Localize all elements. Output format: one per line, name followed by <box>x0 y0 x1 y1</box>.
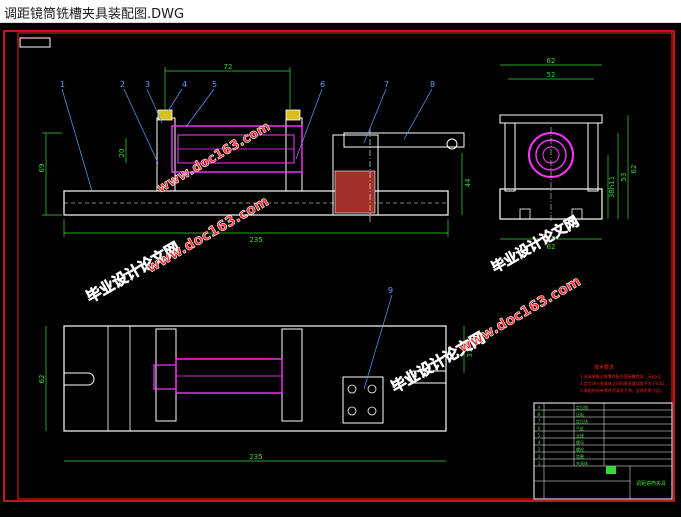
balloon-5: 5 <box>212 80 217 89</box>
tech-line-1: 1.夹具装配后各零件配合面接触良好，无松动。 <box>580 373 664 379</box>
top-dim-overall: 235 <box>249 453 262 461</box>
tb-name-2: 垫圈 <box>576 453 584 459</box>
tb-no-7: 7 <box>538 419 541 424</box>
tb-name-7: 定位块 <box>576 418 588 424</box>
balloon-8: 8 <box>430 80 435 89</box>
watermark-url-1: www.doc163.com <box>144 193 272 276</box>
tb-name-3: 螺栓 <box>576 446 584 452</box>
balloon-1: 1 <box>60 80 65 89</box>
tech-line-2: 2.定位块与夹具体之间的垂直度误差不大于0.02。 <box>580 380 669 386</box>
window-title-bar: 调距镜筒铣槽夹具装配图.DWG <box>0 0 681 23</box>
window-title: 调距镜筒铣槽夹具装配图.DWG <box>4 7 185 22</box>
balloon-4: 4 <box>182 80 187 89</box>
title-block: 9 定位销 8 压板 7 定位块 6 气缸 5 支座 4 螺母 3 螺栓 2 垫… <box>533 402 673 500</box>
balloon-3: 3 <box>145 80 150 89</box>
tb-no-8: 8 <box>538 412 541 417</box>
hatched-block <box>334 170 376 214</box>
drawing-number-box <box>19 37 51 48</box>
side-dim-inner: 52 <box>547 71 556 79</box>
tb-name-1: 夹具体 <box>576 460 588 466</box>
tb-no-6: 6 <box>538 426 541 431</box>
balloon-9: 9 <box>388 286 393 295</box>
tb-name-8: 压板 <box>576 411 584 417</box>
tb-no-4: 4 <box>538 440 541 445</box>
tb-no-1: 1 <box>538 461 541 466</box>
dim-overall: 235 <box>249 236 262 244</box>
tb-name-9: 定位销 <box>576 404 588 410</box>
dim-top: 72 <box>224 63 233 71</box>
tb-name-6: 气缸 <box>576 425 584 431</box>
tb-no-9: 9 <box>538 405 541 410</box>
side-dim-h2: 53 <box>620 173 628 182</box>
dim-right-height: 44 <box>464 178 472 187</box>
watermark-url-2: www.doc163.com <box>456 273 584 356</box>
side-dim-h3: 38h11 <box>608 176 616 198</box>
top-base <box>63 325 447 432</box>
tb-no-3: 3 <box>538 447 541 452</box>
tech-title: 技术要求 <box>594 364 614 371</box>
drawing-canvas[interactable]: 72 69 20 235 44 1 2 3 4 5 6 7 8 62 52 62… <box>0 23 681 517</box>
cad-drawing: 72 69 20 235 44 1 2 3 4 5 6 7 8 62 52 62… <box>3 30 675 502</box>
tech-line-3: 3.装配前所有零件须清洗干净，去除毛刺飞边。 <box>580 387 664 393</box>
dim-inner: 20 <box>118 149 126 158</box>
side-dim-outer: 62 <box>547 57 556 65</box>
tech-requirements: 技术要求 1.夹具装配后各零件配合面接触良好，无松动。 2.定位块与夹具体之间的… <box>580 364 669 393</box>
dim-height: 69 <box>38 164 46 173</box>
tb-marker <box>606 466 616 474</box>
watermark-cn-3: 毕业设计论文网 <box>489 213 582 277</box>
tb-no-2: 2 <box>538 454 541 459</box>
balloon-6: 6 <box>320 80 325 89</box>
balloon-7: 7 <box>384 80 389 89</box>
tb-name-5: 支座 <box>576 432 584 438</box>
balloon-2: 2 <box>120 80 125 89</box>
tb-no-5: 5 <box>538 433 541 438</box>
tb-name-4: 螺母 <box>576 439 584 445</box>
side-dim-h1: 62 <box>630 165 638 174</box>
top-dim-height: 62 <box>38 375 46 384</box>
tb-drawing-name: 调距镜筒夹具 <box>636 480 666 487</box>
